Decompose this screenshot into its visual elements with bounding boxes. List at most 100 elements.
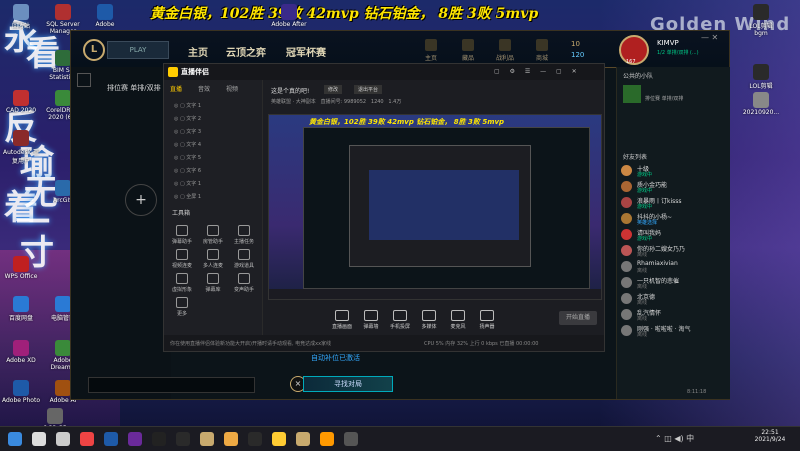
- desktop-icon[interactable]: Adobe After: [270, 4, 308, 28]
- viewer-count: 1240: [370, 99, 384, 105]
- wechat-icon[interactable]: [176, 432, 190, 446]
- tab-audio[interactable]: 音效: [198, 84, 210, 93]
- layer-item[interactable]: ◎ ▢ 文字 3: [164, 126, 262, 139]
- tool-button[interactable]: 房管助手: [199, 225, 227, 245]
- tool-icon: [207, 249, 219, 260]
- friend-avatar: [621, 229, 632, 240]
- control-icon: [335, 310, 349, 321]
- friend-item[interactable]: 十级 游戏中: [617, 163, 730, 179]
- capcut-icon[interactable]: [152, 432, 166, 446]
- control-button[interactable]: 多媒体: [415, 310, 443, 330]
- desktop-icon[interactable]: Adobe Photo: [2, 380, 40, 404]
- add-player-button[interactable]: +: [125, 184, 157, 216]
- start-live-button[interactable]: 开始直播: [559, 311, 597, 325]
- nav-clash[interactable]: 冠军杯赛: [286, 44, 326, 59]
- desktop-icon[interactable]: LOL剪辑 bgm: [742, 4, 780, 37]
- desktop-icon[interactable]: Adobe XD: [2, 340, 40, 364]
- friend-item[interactable]: 乱汽情怀 离线: [617, 307, 730, 323]
- search-icon[interactable]: [32, 432, 46, 446]
- explorer-icon[interactable]: [272, 432, 286, 446]
- friend-item[interactable]: 刚强 · 啦啦啦 · 淘气 离线: [617, 323, 730, 339]
- friend-item[interactable]: 北京德 离线: [617, 291, 730, 307]
- nav-icon-store[interactable]: 商城: [527, 39, 557, 62]
- obs-icon[interactable]: [248, 432, 262, 446]
- desktop-icon[interactable]: LOL剪辑: [742, 64, 780, 90]
- lol-icon[interactable]: [296, 432, 310, 446]
- tray-icons[interactable]: ⌃ ◫ ◀) 中: [655, 433, 694, 444]
- tool-button[interactable]: 主播任务: [230, 225, 258, 245]
- friend-item[interactable]: 抖抖的小杨~ 英雄选择: [617, 211, 730, 227]
- layer-item[interactable]: ◎ ▢ 文字 4: [164, 139, 262, 152]
- desktop-icon[interactable]: 回收站: [2, 4, 40, 30]
- desktop-icon[interactable]: Adobe: [86, 4, 124, 28]
- nav-icon-collection[interactable]: 藏品: [453, 39, 483, 62]
- friend-avatar: [621, 181, 632, 192]
- tool-button[interactable]: 游戏道具: [230, 249, 258, 269]
- preview-taskbar: [269, 289, 601, 299]
- window-controls[interactable]: — ✕: [701, 33, 718, 42]
- friend-item[interactable]: 一只机智的悲催 离线: [617, 275, 730, 291]
- layer-item[interactable]: ◎ ▢ 文字 1: [164, 100, 262, 113]
- task-view-icon[interactable]: [56, 432, 70, 446]
- nav-icon-loot[interactable]: 战利品: [490, 39, 520, 62]
- premiere-icon[interactable]: [128, 432, 142, 446]
- exit-platform-button[interactable]: 退出平台: [354, 85, 383, 94]
- app-b-icon[interactable]: [344, 432, 358, 446]
- chrome-icon[interactable]: [80, 432, 94, 446]
- desktop-icon-label: Autodesk 重复用户: [3, 149, 39, 165]
- tab-live[interactable]: 直播: [170, 84, 182, 93]
- start-icon[interactable]: [8, 432, 22, 446]
- title-bar-controls[interactable]: ▢ ⚙ ☰ — ▢ ✕: [494, 68, 581, 75]
- tool-button[interactable]: 更多: [168, 297, 196, 317]
- tool-button[interactable]: 虚拟形象: [168, 273, 196, 293]
- nav-icon-home[interactable]: 主页: [416, 39, 446, 62]
- lol-client-icon[interactable]: [200, 432, 214, 446]
- app-a-icon[interactable]: [320, 432, 334, 446]
- desktop-icon[interactable]: 20210920...: [742, 92, 780, 116]
- friend-item[interactable]: 请叫我妈 游戏中: [617, 227, 730, 243]
- desktop-icon[interactable]: CAD 2020: [2, 90, 40, 114]
- friend-status: 离线: [637, 284, 648, 290]
- play-button[interactable]: PLAY: [107, 41, 169, 59]
- desktop-icon[interactable]: WPS Office: [2, 256, 40, 280]
- tool-button[interactable]: 视频连麦: [168, 249, 196, 269]
- friend-avatar: [621, 165, 632, 176]
- app-icon: [55, 180, 71, 196]
- friend-item[interactable]: 你的孙二嫂女乃乃 离线: [617, 243, 730, 259]
- desktop-icon[interactable]: Autodesk 重复用户: [2, 130, 40, 165]
- room-stats: 英雄联盟 · 大神副本 直播间号: 9989052 1240 1.4万: [271, 98, 571, 105]
- tab-video[interactable]: 视频: [226, 84, 238, 93]
- streaming-icon[interactable]: [224, 432, 238, 446]
- desktop-icon-label: LOL剪辑: [749, 83, 773, 90]
- control-button[interactable]: 直播画面: [328, 310, 356, 330]
- layer-item[interactable]: ◎ ▢ 全屏 1: [164, 191, 262, 204]
- app-icon: [13, 296, 29, 312]
- layer-item[interactable]: ◎ ▢ 文字 2: [164, 113, 262, 126]
- friend-item[interactable]: 质小金巧能 游戏中: [617, 179, 730, 195]
- control-button[interactable]: 弹幕墙: [357, 310, 385, 330]
- tool-button[interactable]: 变声助手: [230, 273, 258, 293]
- layer-item[interactable]: ◎ ▢ 文字 1: [164, 178, 262, 191]
- lobby-chat-input[interactable]: [88, 377, 255, 393]
- layer-item[interactable]: ◎ ▢ 文字 6: [164, 165, 262, 178]
- find-match-button[interactable]: 寻找对局: [303, 376, 393, 392]
- app-title: 直播伴侣: [181, 68, 209, 76]
- edit-title-button[interactable]: 修改: [324, 85, 343, 94]
- control-button[interactable]: 扬声器: [473, 310, 501, 330]
- tool-button[interactable]: 弹幕库: [199, 273, 227, 293]
- app-icon: [13, 4, 29, 20]
- tool-button[interactable]: 多人连麦: [199, 249, 227, 269]
- nav-tft[interactable]: 云顶之弈: [226, 44, 266, 59]
- layer-list: ◎ ▢ 文字 1 ◎ ▢ 文字 2 ◎ ▢ 文字 3 ◎ ▢ 文字 4 ◎ ▢ 文字 5…: [164, 100, 262, 204]
- friend-item[interactable]: 浪暴雨丨订kisss 游戏中: [617, 195, 730, 211]
- photoshop-icon[interactable]: [104, 432, 118, 446]
- control-button[interactable]: 手机投屏: [386, 310, 414, 330]
- desktop-icon[interactable]: 百度网盘: [2, 296, 40, 322]
- system-clock[interactable]: 22:51 2021/9/24: [745, 429, 795, 443]
- control-button[interactable]: 麦克风: [444, 310, 472, 330]
- nav-home[interactable]: 主页: [188, 44, 208, 59]
- friend-item[interactable]: Rhamiaxivian 离线: [617, 259, 730, 275]
- layer-item[interactable]: ◎ ▢ 文字 5: [164, 152, 262, 165]
- friend-status: 游戏中: [637, 236, 653, 242]
- tool-button[interactable]: 弹幕助手: [168, 225, 196, 245]
